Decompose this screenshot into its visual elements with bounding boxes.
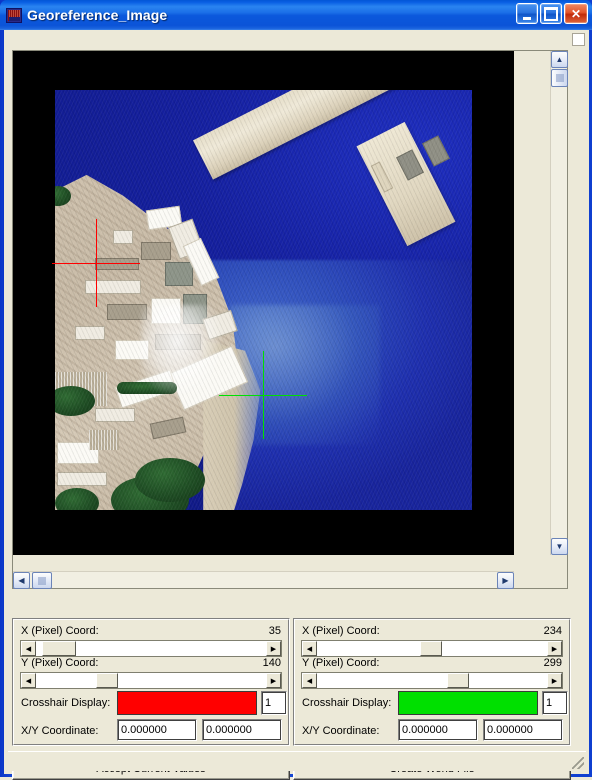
scroll-thumb-grip [555, 74, 564, 82]
close-button[interactable]: ✕ [564, 3, 588, 24]
minimize-icon [517, 4, 537, 23]
title-bar: Georeference_Image ✕ [0, 0, 592, 30]
point-1-y-value: 140 [262, 657, 281, 669]
point-2-coord-y-input[interactable]: 0.000000 [483, 719, 563, 741]
scroll-right-button[interactable]: ▶ [497, 572, 514, 589]
point-2-y-slider-right-arrow[interactable]: ▶ [547, 673, 562, 688]
window-title: Georeference_Image [27, 7, 168, 23]
canvas-vertical-scrollbar[interactable]: ▲ ▼ [550, 51, 568, 555]
point-1-crosshair-color-swatch[interactable] [117, 691, 257, 715]
scroll-down-button[interactable]: ▼ [551, 538, 568, 555]
point-2-coord-x-input[interactable]: 0.000000 [398, 719, 478, 741]
point-2-coord-y-value: 0.000000 [487, 724, 533, 736]
point-1-coord-x-input[interactable]: 0.000000 [117, 719, 197, 741]
point-1-coord-label: X/Y Coordinate: [21, 725, 99, 737]
point-1-x-slider-left-arrow[interactable]: ◀ [21, 641, 36, 656]
point-1-crosshair-index-input[interactable]: 1 [261, 691, 287, 715]
top-right-nub [572, 33, 585, 46]
point-2-panel: X (Pixel) Coord: 234 ◀ ▶ Y (Pixel) Coord… [293, 618, 571, 746]
close-icon: ✕ [570, 6, 582, 21]
point-2-coord-x-value: 0.000000 [402, 724, 448, 736]
point-2-y-label: Y (Pixel) Coord: [302, 657, 380, 669]
water-texture [55, 90, 472, 510]
point-2-x-slider[interactable]: ◀ ▶ [301, 640, 563, 657]
point-2-x-slider-right-arrow[interactable]: ▶ [547, 641, 562, 656]
point-1-panel: X (Pixel) Coord: 35 ◀ ▶ Y (Pixel) Coord:… [12, 618, 290, 746]
point-1-x-label: X (Pixel) Coord: [21, 625, 99, 637]
point-1-y-slider[interactable]: ◀ ▶ [20, 672, 282, 689]
aerial-photo [55, 90, 472, 510]
chevron-left-icon: ◀ [18, 575, 25, 585]
point-2-crosshair-index-input[interactable]: 1 [542, 691, 568, 715]
point-2-x-slider-left-arrow[interactable]: ◀ [302, 641, 317, 656]
window-controls: ✕ [516, 3, 588, 24]
point-1-y-slider-right-arrow[interactable]: ▶ [266, 673, 281, 688]
point-1-y-label: Y (Pixel) Coord: [21, 657, 99, 669]
chevron-down-icon: ▼ [555, 541, 564, 551]
point-2-coord-label: X/Y Coordinate: [302, 725, 380, 737]
point-2-y-value: 299 [543, 657, 562, 669]
point-1-x-slider[interactable]: ◀ ▶ [20, 640, 282, 657]
point-2-x-label: X (Pixel) Coord: [302, 625, 380, 637]
maximize-icon [541, 4, 561, 23]
point-1-y-slider-left-arrow[interactable]: ◀ [21, 673, 36, 688]
image-canvas-panel: ▲ ▼ ◀ ▶ [12, 50, 568, 589]
point-1-coord-x-value: 0.000000 [121, 724, 167, 736]
scroll-thumb-grip [38, 576, 46, 585]
application-window: Georeference_Image ✕ ▲ ▼ ◀ ▶ X (Pixel) C… [0, 0, 592, 780]
point-2-y-slider[interactable]: ◀ ▶ [301, 672, 563, 689]
resize-grip-icon[interactable] [572, 757, 584, 769]
minimize-button[interactable] [516, 3, 538, 24]
point-2-y-slider-thumb[interactable] [447, 673, 469, 688]
point-1-coord-y-input[interactable]: 0.000000 [202, 719, 282, 741]
point-2-crosshair-index-value: 1 [546, 697, 553, 709]
app-icon [6, 7, 22, 23]
point-2-x-slider-thumb[interactable] [420, 641, 442, 656]
image-display-canvas[interactable] [13, 51, 514, 555]
point-1-x-slider-right-arrow[interactable]: ▶ [266, 641, 281, 656]
canvas-horizontal-scrollbar[interactable]: ◀ ▶ [13, 571, 514, 589]
scroll-left-button[interactable]: ◀ [13, 572, 30, 589]
point-1-x-slider-thumb[interactable] [42, 641, 76, 656]
scroll-up-button[interactable]: ▲ [551, 51, 568, 68]
chevron-up-icon: ▲ [555, 54, 564, 64]
point-2-crosshair-color-swatch[interactable] [398, 691, 538, 715]
point-1-crosshair-label: Crosshair Display: [21, 697, 111, 709]
status-bar [8, 751, 586, 771]
chevron-right-icon: ▶ [502, 575, 509, 585]
point-2-x-value: 234 [543, 625, 562, 637]
point-1-crosshair-index-value: 1 [265, 697, 272, 709]
green-crosshair-horizontal [219, 395, 307, 396]
red-crosshair-horizontal [52, 263, 140, 264]
point-2-crosshair-label: Crosshair Display: [302, 697, 392, 709]
point-1-y-slider-thumb[interactable] [96, 673, 118, 688]
maximize-button[interactable] [540, 3, 562, 24]
horizontal-scroll-thumb[interactable] [32, 572, 52, 589]
point-2-y-slider-left-arrow[interactable]: ◀ [302, 673, 317, 688]
point-1-coord-y-value: 0.000000 [206, 724, 252, 736]
vertical-scroll-thumb[interactable] [551, 69, 568, 87]
client-area: ▲ ▼ ◀ ▶ X (Pixel) Coord: 35 ◀ ▶ Y (Pixel… [3, 30, 589, 780]
point-1-x-value: 35 [268, 625, 281, 637]
